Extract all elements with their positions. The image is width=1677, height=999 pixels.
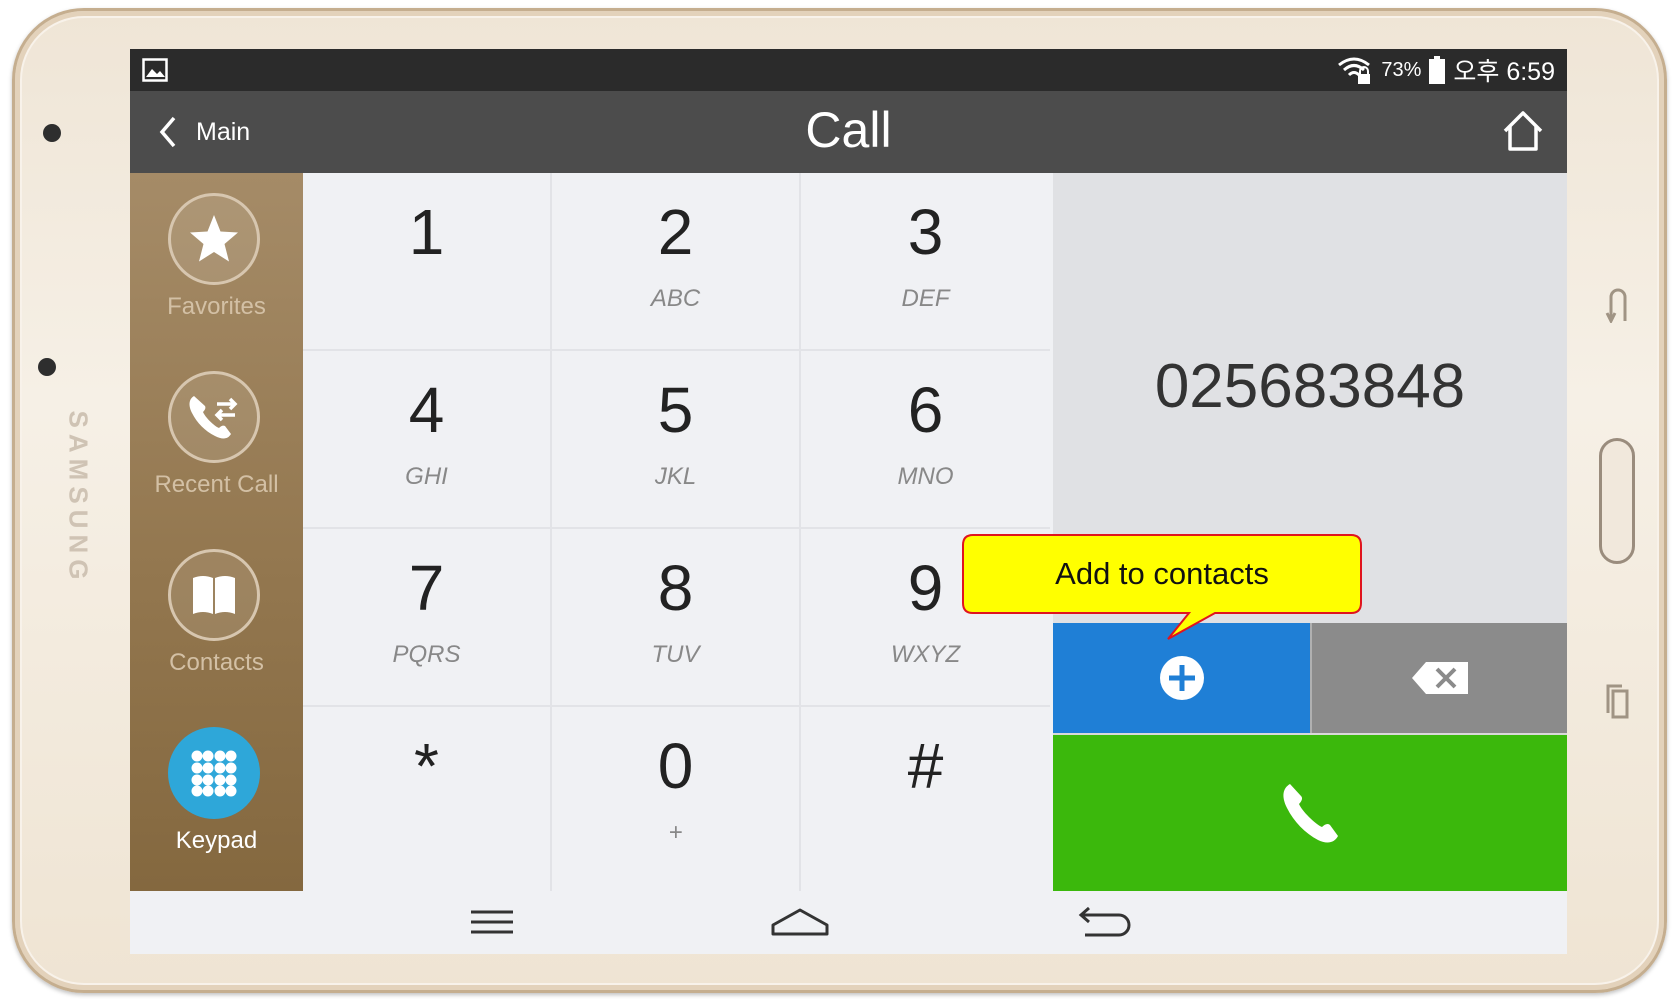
contacts-circle xyxy=(168,549,260,641)
key-hash[interactable]: # xyxy=(801,707,1050,891)
key-letters: ABC xyxy=(650,285,701,312)
keypad: 1 2 ABC 3 DEF 4 GHI 5 JKL 6 MNO 7 PQRS 8 xyxy=(303,173,1053,891)
keypad-icon xyxy=(191,750,237,797)
key-letters: WXYZ xyxy=(890,641,961,668)
key-5[interactable]: 5 JKL xyxy=(552,351,801,529)
status-time: 오후 6:59 xyxy=(1453,58,1555,86)
key-digit: 4 xyxy=(408,374,445,446)
battery-icon xyxy=(1429,56,1446,84)
sidebar-label-keypad: Keypad xyxy=(175,827,258,854)
key-letters: JKL xyxy=(654,463,697,490)
hardware-home-button[interactable] xyxy=(1599,438,1635,564)
status-bar: 73% 오후 6:59 xyxy=(130,49,1567,91)
sidebar-label-recent-call: Recent Call xyxy=(154,471,279,498)
picture-icon xyxy=(142,58,168,82)
key-0[interactable]: 0 + xyxy=(552,707,801,891)
key-8[interactable]: 8 TUV xyxy=(552,529,801,707)
menu-button[interactable] xyxy=(462,899,522,945)
key-digit: 5 xyxy=(657,374,694,446)
recent-call-circle xyxy=(168,371,260,463)
copy-hw-icon xyxy=(1606,684,1629,719)
plus-circle-icon xyxy=(1159,656,1204,700)
sidebar-item-keypad[interactable]: Keypad xyxy=(130,707,303,885)
recent-apps-hw-icon xyxy=(1605,288,1627,323)
favorites-circle xyxy=(168,193,260,285)
key-4[interactable]: 4 GHI xyxy=(303,351,552,529)
phone-icon xyxy=(1283,784,1338,843)
home-outline-icon xyxy=(771,908,829,936)
nav-home-button[interactable] xyxy=(770,899,830,945)
dialed-number: 025683848 xyxy=(1154,352,1466,421)
key-digit: * xyxy=(414,730,439,802)
hardware-multiwindow-button[interactable] xyxy=(1604,682,1632,722)
nav-back-button[interactable] xyxy=(1073,899,1133,945)
key-letters: PQRS xyxy=(392,641,461,668)
home-icon xyxy=(1503,111,1543,151)
key-digit: 1 xyxy=(408,196,445,268)
key-digit: 2 xyxy=(657,196,694,268)
back-icon xyxy=(1078,906,1131,937)
key-letters: TUV xyxy=(651,641,700,668)
add-to-contacts-callout: Add to contacts xyxy=(961,533,1363,640)
front-camera xyxy=(43,124,61,142)
contacts-book-icon xyxy=(193,576,235,614)
sidebar-label-contacts: Contacts xyxy=(169,649,264,676)
callout-text: Add to contacts xyxy=(1055,556,1269,591)
key-digit: # xyxy=(907,730,944,802)
navigation-bar xyxy=(130,891,1567,954)
key-letters: MNO xyxy=(897,463,954,490)
key-star[interactable]: * xyxy=(303,707,552,891)
key-1[interactable]: 1 xyxy=(303,173,552,351)
key-3[interactable]: 3 DEF xyxy=(801,173,1050,351)
page-title: Call xyxy=(805,102,892,158)
sidebar-item-recent-call[interactable]: Recent Call xyxy=(130,351,303,529)
light-sensor xyxy=(38,358,56,376)
key-7[interactable]: 7 PQRS xyxy=(303,529,552,707)
key-6[interactable]: 6 MNO xyxy=(801,351,1050,529)
key-digit: 0 xyxy=(657,730,694,802)
sidebar: Favorites Recent Call Contacts Keypad xyxy=(130,173,303,891)
key-letters: + xyxy=(668,819,683,846)
brand-logo: SAMSUNG xyxy=(63,410,94,586)
key-digit: 8 xyxy=(657,552,694,624)
sidebar-label-favorites: Favorites xyxy=(167,293,266,320)
battery-percent: 73% xyxy=(1381,58,1422,81)
backspace-icon xyxy=(1411,662,1468,694)
key-letters: DEF xyxy=(901,285,950,312)
home-button[interactable] xyxy=(1501,109,1545,153)
key-digit: 7 xyxy=(408,552,445,624)
keypad-circle xyxy=(168,727,260,819)
menu-icon xyxy=(471,910,513,934)
key-letters: GHI xyxy=(405,463,448,490)
sidebar-item-favorites[interactable]: Favorites xyxy=(130,173,303,351)
sidebar-item-contacts[interactable]: Contacts xyxy=(130,529,303,707)
star-icon xyxy=(190,215,238,262)
key-2[interactable]: 2 ABC xyxy=(552,173,801,351)
hardware-recent-apps-button[interactable] xyxy=(1604,284,1632,324)
screen: 73% 오후 6:59 Main Call Favorites Recent C… xyxy=(130,49,1567,954)
wifi-lock-icon xyxy=(1338,57,1371,84)
header-bar: Main Call xyxy=(130,91,1567,173)
call-button[interactable] xyxy=(1053,733,1567,891)
key-digit: 3 xyxy=(907,196,944,268)
recent-call-icon xyxy=(189,396,238,439)
key-digit: 6 xyxy=(907,374,944,446)
